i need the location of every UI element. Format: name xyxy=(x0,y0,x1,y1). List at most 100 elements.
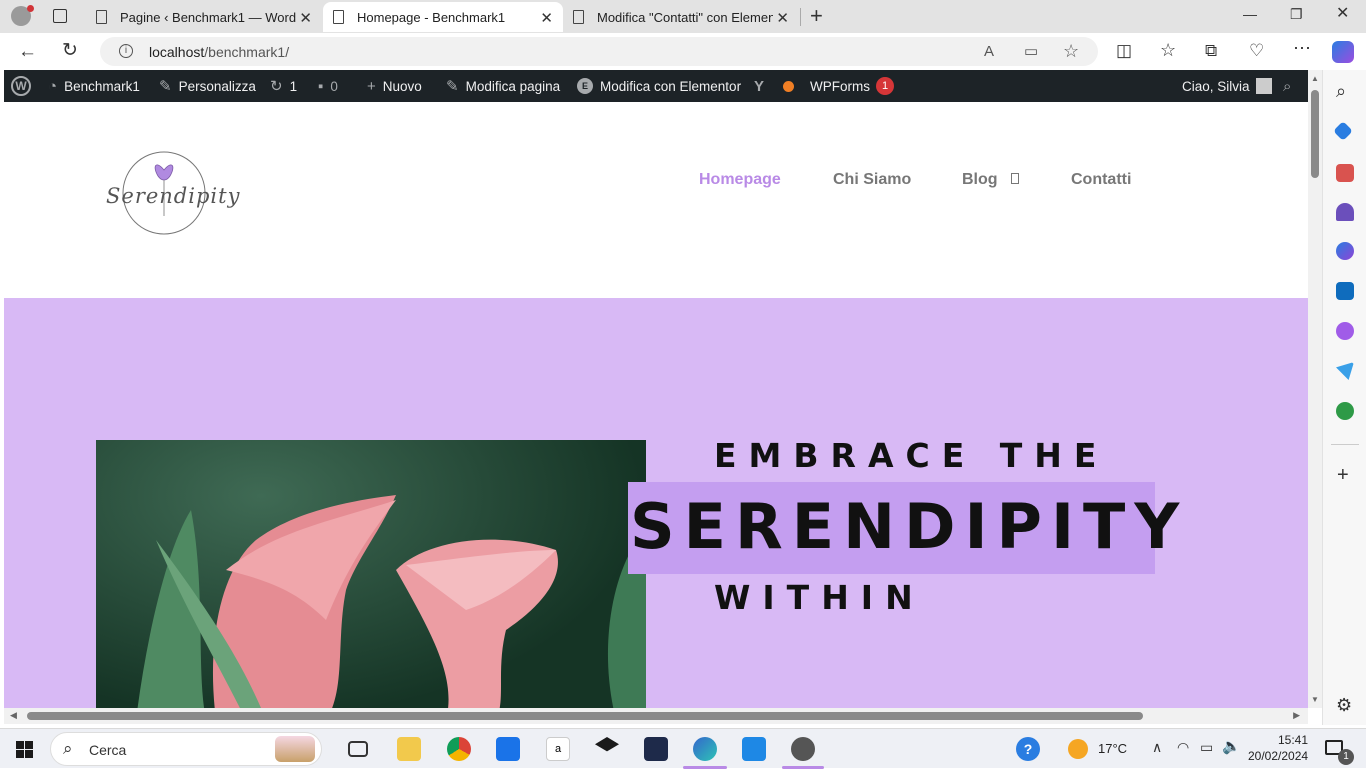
menu-item-chi-siamo[interactable]: Chi Siamo xyxy=(833,171,911,189)
site-name-link[interactable]: ◔ Benchmark1 xyxy=(48,70,140,102)
help-icon[interactable]: ? xyxy=(1016,737,1040,761)
tab-title: Modifica "Contatti" con Elementor xyxy=(597,9,773,25)
mail-icon[interactable] xyxy=(742,737,766,761)
taskbar-search[interactable]: ⌕ Cerca xyxy=(50,732,322,766)
tab-modifica-contatti[interactable]: Modifica "Contatti" con Elementor ✕ xyxy=(563,2,799,32)
restore-button[interactable]: ❐ xyxy=(1290,7,1303,21)
dropbox-icon[interactable] xyxy=(595,737,619,752)
sidebar-settings-icon[interactable]: ⚙ xyxy=(1336,696,1352,714)
battery-icon[interactable]: ▭ xyxy=(1200,740,1213,754)
tab-actions-icon[interactable] xyxy=(53,9,67,23)
site-logo[interactable]: Serendipity xyxy=(104,146,239,238)
start-button[interactable] xyxy=(16,741,33,758)
powershell-icon[interactable] xyxy=(644,737,668,761)
horizontal-scroll-thumb[interactable] xyxy=(27,712,1143,720)
copilot-icon[interactable] xyxy=(1332,41,1354,63)
comments-link[interactable]: ▪ 0 xyxy=(318,70,338,102)
yoast-icon: Y xyxy=(754,77,765,95)
menu-item-homepage[interactable]: Homepage xyxy=(699,171,781,189)
read-aloud-icon[interactable]: A xyxy=(984,44,994,59)
search-icon: ⌕ xyxy=(63,739,73,758)
split-screen-icon[interactable]: ◫ xyxy=(1116,42,1132,59)
yoast-link[interactable]: Y xyxy=(754,70,795,102)
github-desktop-icon[interactable] xyxy=(791,737,815,761)
wpforms-link[interactable]: WPForms 1 xyxy=(810,70,894,102)
new-content-link[interactable]: + Nuovo xyxy=(367,70,422,102)
designer-icon[interactable] xyxy=(1336,322,1354,340)
favorites-icon[interactable]: ☆ xyxy=(1160,41,1176,59)
horizontal-scrollbar[interactable]: ◀ ▶ xyxy=(4,708,1308,724)
menu-item-blog[interactable]: Blog xyxy=(962,171,1019,189)
pencil-icon: ✎ xyxy=(446,78,459,95)
profile-icon[interactable] xyxy=(11,5,34,26)
url-text: localhost/benchmark1/ xyxy=(149,44,289,60)
vertical-scrollbar[interactable]: ▲ ▼ xyxy=(1308,70,1322,708)
tools-icon[interactable] xyxy=(1336,164,1354,182)
page-viewport: Serendipity Homepage Chi Siamo Blog Cont… xyxy=(4,102,1308,708)
user-account-link[interactable]: Ciao, Silvia xyxy=(1182,70,1272,102)
close-tab-icon[interactable]: ✕ xyxy=(540,9,553,27)
tab-homepage[interactable]: Homepage - Benchmark1 ✕ xyxy=(323,2,563,32)
minimize-button[interactable]: — xyxy=(1243,7,1257,21)
yoast-status-dot xyxy=(783,80,795,92)
search-placeholder: Cerca xyxy=(89,742,127,758)
user-avatar xyxy=(1255,78,1272,94)
edit-page-link[interactable]: ✎ Modifica pagina xyxy=(446,70,560,102)
edit-elementor-label: Modifica con Elementor xyxy=(600,78,742,94)
page-icon xyxy=(333,10,344,24)
temperature-label[interactable]: 17°C xyxy=(1098,741,1127,756)
window-close-button[interactable]: ✕ xyxy=(1336,6,1349,22)
site-info-icon[interactable]: i xyxy=(119,44,133,58)
close-tab-icon[interactable]: ✕ xyxy=(776,9,789,27)
task-view-icon[interactable] xyxy=(348,741,368,757)
settings-more-icon[interactable]: ⋯ xyxy=(1293,39,1311,57)
show-hidden-icons[interactable]: ∧ xyxy=(1152,740,1162,754)
send-icon[interactable] xyxy=(1336,362,1354,380)
edit-elementor-link[interactable]: E Modifica con Elementor xyxy=(577,70,741,102)
file-explorer-icon[interactable] xyxy=(397,737,421,761)
close-tab-icon[interactable]: ✕ xyxy=(299,9,312,27)
customize-link[interactable]: ✎ Personalizza xyxy=(159,70,256,102)
vertical-scroll-thumb[interactable] xyxy=(1311,90,1319,178)
new-tab-button[interactable]: + xyxy=(810,5,823,27)
volume-icon[interactable]: 🔈 xyxy=(1222,739,1241,754)
address-bar[interactable]: i localhost/benchmark1/ A ▭ ☆ xyxy=(100,37,1098,66)
windows-taskbar: ⌕ Cerca a ? 17°C ∧ ◠ ▭ 🔈 15:41 20/02/202… xyxy=(0,728,1366,769)
hero-line-embrace: EMBRACE THE xyxy=(714,436,1109,475)
tree-icon[interactable] xyxy=(1336,402,1354,420)
browser-essentials-icon[interactable]: ♡ xyxy=(1249,42,1264,59)
site-name-label: Benchmark1 xyxy=(64,78,140,94)
shopping-icon[interactable] xyxy=(1333,121,1353,141)
elementor-icon: E xyxy=(577,78,593,94)
wifi-icon[interactable]: ◠ xyxy=(1177,740,1189,754)
chrome-icon[interactable] xyxy=(447,737,471,761)
wordpress-logo-icon[interactable]: W xyxy=(11,70,31,102)
menu-item-contatti[interactable]: Contatti xyxy=(1071,171,1131,189)
outlook-icon[interactable] xyxy=(1336,282,1354,300)
plus-icon: + xyxy=(367,77,376,95)
immersive-reader-icon[interactable]: ▭ xyxy=(1024,44,1038,59)
collections-icon[interactable]: ⧉ xyxy=(1205,42,1217,59)
favorite-star-icon[interactable]: ☆ xyxy=(1063,42,1079,60)
tab-title: Pagine ‹ Benchmark1 — WordPress xyxy=(120,9,296,25)
games-icon[interactable] xyxy=(1336,203,1354,221)
updates-link[interactable]: ↻ 1 xyxy=(270,70,297,102)
amazon-icon[interactable]: a xyxy=(546,737,570,761)
microsoft365-icon[interactable] xyxy=(1336,242,1354,260)
weather-icon[interactable] xyxy=(1068,739,1088,759)
wpforms-badge: 1 xyxy=(876,77,894,95)
search-highlight-image xyxy=(275,736,315,762)
sidebar-search-icon[interactable]: ⌕ xyxy=(1336,82,1346,100)
tab-pagine[interactable]: Pagine ‹ Benchmark1 — WordPress ✕ xyxy=(86,2,322,32)
back-icon[interactable]: ← xyxy=(18,42,37,61)
admin-search-icon[interactable]: ⌕ xyxy=(1283,70,1291,102)
clock[interactable]: 15:41 20/02/2024 xyxy=(1248,732,1308,764)
updates-count: 1 xyxy=(289,78,298,94)
tab-title: Homepage - Benchmark1 xyxy=(357,9,506,25)
microsoft-store-icon[interactable] xyxy=(496,737,520,761)
comment-icon: ▪ xyxy=(318,77,324,95)
refresh-icon[interactable]: ↻ xyxy=(62,41,78,60)
edge-icon[interactable] xyxy=(693,737,717,761)
add-sidebar-app-icon[interactable]: + xyxy=(1337,465,1349,485)
customize-label: Personalizza xyxy=(178,78,256,94)
